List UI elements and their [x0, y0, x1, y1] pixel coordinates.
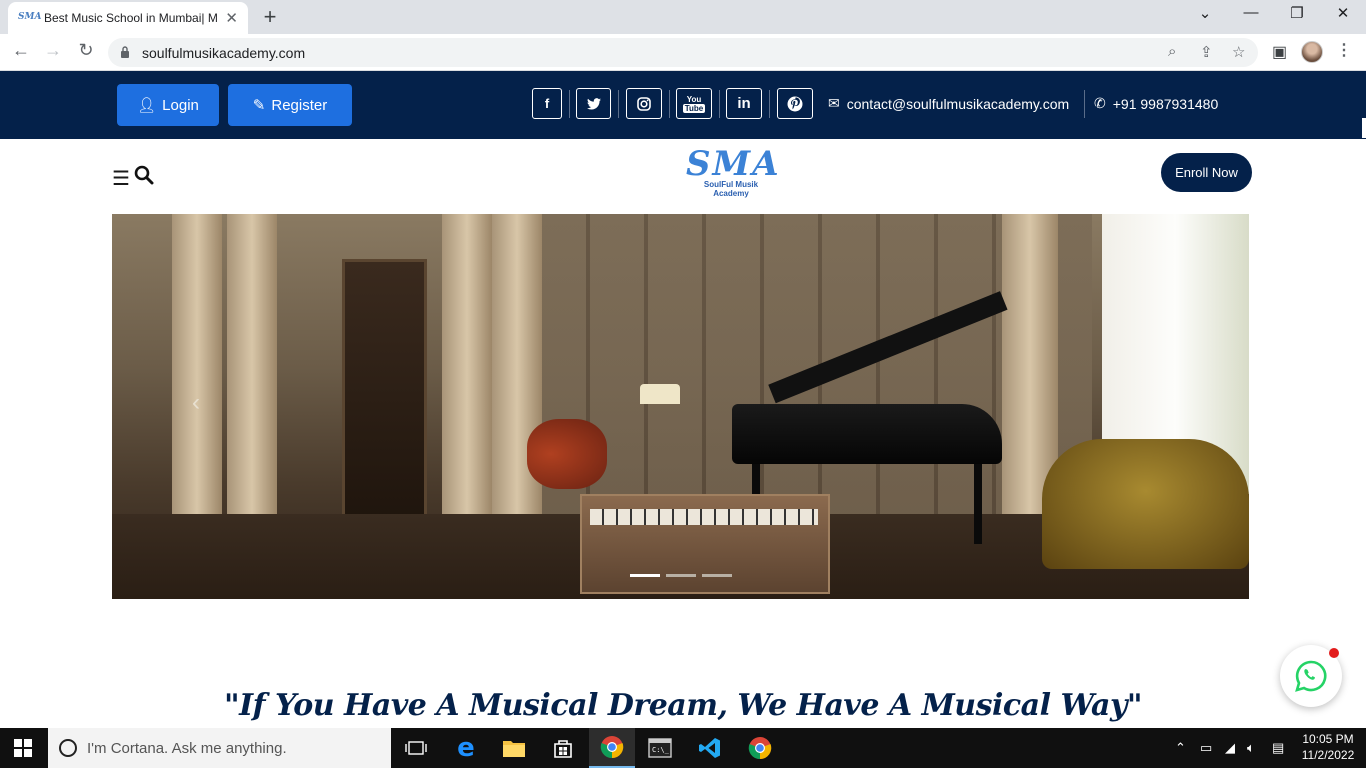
tab-close-icon[interactable]: ✕ — [225, 9, 238, 27]
hero-pillar — [227, 214, 277, 544]
profile-avatar[interactable] — [1301, 41, 1323, 63]
envelope-icon: ✉ — [828, 95, 840, 111]
enroll-now-button[interactable]: Enroll Now — [1161, 153, 1252, 192]
clock-time: 10:05 PM — [1302, 732, 1354, 746]
hero-sofa — [1042, 439, 1249, 569]
divider — [569, 90, 570, 118]
login-label: Login — [162, 96, 199, 114]
tab-title: Best Music School in Mumbai| M — [44, 11, 218, 25]
forward-icon[interactable]: → — [40, 40, 66, 61]
hero-piano — [732, 404, 1002, 464]
phone-icon: ✆ — [1094, 95, 1106, 111]
browser-tab[interactable]: SMA Best Music School in Mumbai| M ✕ — [8, 2, 248, 34]
back-icon[interactable]: ← — [8, 40, 34, 61]
slider-indicator-3[interactable] — [702, 574, 732, 577]
divider — [669, 90, 670, 118]
divider — [719, 90, 720, 118]
slider-indicator-2[interactable] — [666, 574, 696, 577]
tab-search-icon[interactable]: ⌄ — [1185, 4, 1225, 22]
slider-indicator-1[interactable] — [630, 574, 660, 577]
hero-door — [342, 259, 427, 534]
restore-icon[interactable]: ❐ — [1277, 4, 1317, 22]
divider — [618, 90, 619, 118]
phone-contact[interactable]: ✆ +91 9987931480 — [1094, 95, 1218, 112]
pinterest-icon[interactable] — [777, 88, 813, 119]
terminal-icon[interactable]: C:\_ — [637, 728, 683, 768]
vscode-icon[interactable] — [687, 728, 733, 768]
wifi-icon[interactable]: ◢ — [1225, 740, 1235, 756]
edit-icon: ✎ — [252, 97, 266, 114]
cortana-search-box[interactable]: I'm Cortana. Ask me anything. — [48, 728, 391, 768]
store-icon[interactable] — [540, 728, 586, 768]
youtube-icon[interactable]: You Tube — [676, 88, 712, 119]
hero-drum — [527, 419, 607, 489]
system-clock[interactable]: 10:05 PM 11/2/2022 — [1296, 731, 1360, 763]
windows-start-icon[interactable] — [14, 739, 32, 757]
instagram-icon[interactable] — [626, 88, 662, 119]
notification-dot — [1329, 648, 1339, 658]
side-panel-icon[interactable]: ▣ — [1272, 42, 1287, 62]
login-button[interactable]: 👤︎ Login — [117, 84, 219, 126]
logo-mark: SMA — [686, 144, 781, 184]
register-button[interactable]: ✎ Register — [228, 84, 352, 126]
windows-taskbar: I'm Cortana. Ask me anything. e C:\_ ⌃ ▭… — [0, 728, 1366, 768]
user-icon: 👤︎ — [137, 97, 157, 114]
close-window-icon[interactable]: ✕ — [1323, 4, 1363, 22]
bookmark-star-icon[interactable]: ☆ — [1232, 43, 1245, 61]
task-view-icon[interactable] — [393, 728, 439, 768]
share-icon[interactable]: ⇪ — [1200, 43, 1213, 61]
browser-toolbar: ← → ↻ soulfulmusikacademy.com ⌕ ⇪ ☆ ▣ ⋮ — [0, 34, 1366, 71]
url-text: soulfulmusikacademy.com — [142, 45, 306, 61]
edge-icon[interactable]: e — [443, 728, 489, 768]
tray-chevron-icon[interactable]: ⌃ — [1175, 740, 1186, 756]
file-explorer-icon[interactable] — [491, 728, 537, 768]
reload-icon[interactable]: ↻ — [73, 40, 99, 61]
linkedin-icon[interactable]: in — [726, 88, 762, 119]
notifications-icon[interactable]: ▤ — [1272, 740, 1284, 756]
divider — [769, 90, 770, 118]
tagline: "If You Have A Musical Dream, We Have A … — [223, 688, 1143, 723]
hamburger-menu-icon[interactable]: ☰ — [112, 166, 130, 191]
facebook-icon[interactable]: f — [532, 88, 562, 119]
hero-keys — [590, 509, 818, 525]
email-contact[interactable]: ✉ contact@soulfulmusikacademy.com — [828, 95, 1069, 112]
scrollbar-thumb[interactable] — [1362, 118, 1366, 138]
volume-icon[interactable]: 🔈︎ — [1247, 740, 1255, 756]
hero-lamp — [640, 384, 680, 404]
chrome-icon[interactable] — [737, 728, 783, 768]
site-top-bar: 👤︎ Login ✎ Register f You Tube in ✉ conta… — [0, 71, 1366, 139]
address-bar[interactable]: soulfulmusikacademy.com ⌕ ⇪ ☆ — [108, 38, 1258, 67]
slider-prev-icon[interactable]: ‹ — [192, 389, 200, 417]
email-text: contact@soulfulmusikacademy.com — [846, 95, 1070, 112]
zoom-search-icon[interactable]: ⌕ — [1168, 43, 1176, 60]
twitter-icon[interactable] — [576, 88, 611, 119]
menu-kebab-icon[interactable]: ⋮ — [1336, 40, 1352, 60]
tab-favicon: SMA — [18, 12, 42, 22]
hero-pillar — [172, 214, 222, 544]
hero-pillar — [442, 214, 492, 544]
browser-tab-bar: SMA Best Music School in Mumbai| M ✕ + ⌄… — [0, 0, 1366, 34]
site-logo[interactable]: SMA SoulFul Musik Academy — [686, 144, 781, 198]
cortana-icon — [59, 739, 77, 757]
battery-icon[interactable]: ▭ — [1200, 740, 1212, 756]
lock-icon — [121, 46, 129, 58]
phone-text: +91 9987931480 — [1112, 95, 1219, 112]
divider — [1084, 90, 1085, 118]
minimize-icon[interactable]: — — [1231, 4, 1271, 21]
clock-date: 11/2/2022 — [1301, 748, 1355, 762]
hero-pillar — [492, 214, 542, 544]
svg-text:C:\_: C:\_ — [652, 746, 670, 754]
chrome-profile-icon[interactable] — [589, 728, 635, 768]
cortana-placeholder: I'm Cortana. Ask me anything. — [87, 739, 287, 757]
register-label: Register — [271, 96, 328, 114]
whatsapp-icon — [1295, 660, 1327, 692]
search-icon[interactable] — [134, 165, 154, 185]
hero-slider[interactable]: ‹ — [112, 214, 1249, 599]
new-tab-icon[interactable]: + — [258, 4, 282, 30]
